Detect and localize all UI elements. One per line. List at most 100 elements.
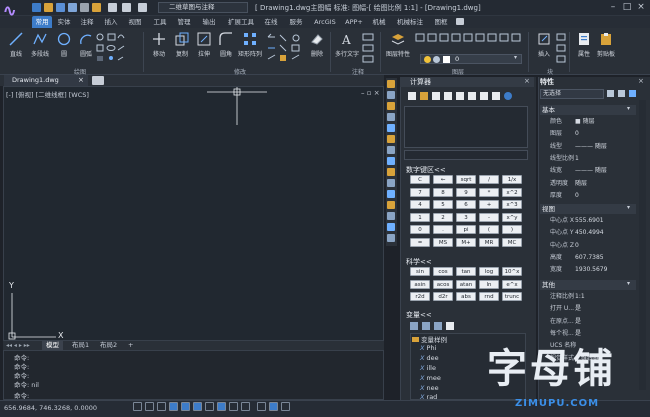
properties-button[interactable]: 属性 [572,30,596,58]
tab-tools[interactable]: 工具 [151,16,169,28]
calc-key[interactable]: trunc [502,292,522,301]
line-button[interactable]: 直线 [4,30,28,58]
calc-key[interactable]: . [433,225,453,234]
toolbar-tool-icon[interactable] [387,201,395,209]
properties-scrollbar[interactable] [639,100,646,390]
tab-mech-annotation[interactable]: 机械标注 [395,16,425,28]
polar-icon[interactable] [169,402,178,411]
add-layout-icon[interactable]: + [124,341,137,350]
draw-small-tools[interactable] [96,33,126,63]
plot-icon[interactable] [92,3,101,12]
tab-frame[interactable]: 图框 [432,16,450,28]
copy-button[interactable]: 复制 [170,30,194,58]
tab-insert[interactable]: 插入 [102,16,120,28]
calc-key[interactable]: 1/x [502,175,522,184]
variable-item[interactable]: X mee [420,374,441,382]
toolbar-tool-icon[interactable] [387,168,395,176]
tab-arcgis[interactable]: ArcGIS [312,16,338,28]
calc-key[interactable]: asin [410,279,430,289]
tab-layout1[interactable]: 布局1 [68,341,93,350]
workspace-switch-icon[interactable] [281,402,290,411]
calc-key[interactable]: / [479,175,499,184]
calc-key[interactable]: sqrt [456,175,476,184]
calc-key[interactable]: * [479,187,499,197]
angle-icon[interactable] [468,92,476,100]
property-row[interactable]: 线宽 ——— 随层 [540,165,636,176]
lineweight-icon[interactable] [229,402,238,411]
new-file-icon[interactable] [32,3,41,12]
new-tab-icon[interactable] [92,76,104,85]
layer-props-button[interactable]: 图层特性 [384,30,412,58]
ribbon-toggle-icon[interactable] [456,18,464,25]
quick-select-icon[interactable] [629,90,636,97]
tab-layout2[interactable]: 布局2 [96,341,121,350]
tab-solid[interactable]: 实体 [55,16,73,28]
section-view[interactable]: 视图 [540,204,636,214]
property-row[interactable]: 在原点... 是 [540,316,636,327]
toolbar-tool-icon[interactable] [387,91,395,99]
calc-key[interactable]: - [479,212,499,222]
new-variable-icon[interactable] [410,322,418,330]
toolbar-tool-icon[interactable] [387,223,395,231]
variables-group[interactable]: 变量样例 [412,334,447,344]
tab-model[interactable]: 模型 [42,341,63,350]
calc-key[interactable]: pi [456,225,476,234]
calc-key[interactable]: tan [456,267,476,276]
property-row[interactable]: 图层 0 [540,128,636,139]
transparency-icon[interactable] [241,402,250,411]
calc-key[interactable]: atan [456,279,476,289]
calc-key[interactable]: 6 [456,200,476,209]
section-basic[interactable]: 基本 [540,105,636,115]
close-x-icon[interactable] [492,92,500,100]
numpad-section-title[interactable]: 数字键区<< [406,165,446,175]
layer-tool-icons[interactable] [414,32,526,52]
property-row[interactable]: 中心点 X 555.6901 [540,215,636,226]
scientific-section-title[interactable]: 科学<< [406,257,432,267]
calc-key[interactable]: 9 [456,187,476,197]
calculate-variable-icon[interactable] [446,322,454,330]
toolbar-tool-icon[interactable] [387,179,395,187]
calc-key[interactable]: MS [433,237,453,247]
block-small-tools[interactable] [556,33,568,63]
calc-key[interactable]: 0 [410,225,430,234]
help-icon[interactable] [504,92,512,100]
calc-key[interactable]: ( [479,225,499,234]
close-icon[interactable]: × [634,1,648,13]
minimize-icon[interactable]: – [606,1,620,13]
layout-nav-arrows[interactable]: ◂◂ ◂ ▸ ▸▸ [6,342,38,349]
tab-annotate[interactable]: 注释 [78,16,96,28]
tab-manage[interactable]: 管理 [175,16,193,28]
osnap-icon[interactable] [181,402,190,411]
workspace-select[interactable]: 二维草图与注释 [158,2,248,13]
tab-ext-tools[interactable]: 扩展工具 [226,16,256,28]
ortho-icon[interactable] [157,402,166,411]
distance-icon[interactable] [456,92,464,100]
otrack-icon[interactable] [193,402,202,411]
selection-cycling-icon[interactable] [257,402,266,411]
calc-key[interactable]: M+ [456,237,476,247]
property-row[interactable]: 注释比例 1:1 [540,291,636,302]
maximize-icon[interactable]: □ [620,1,634,13]
calc-key[interactable]: sin [410,267,430,276]
toolbar-tool-icon[interactable] [387,124,395,132]
calc-key[interactable]: d2r [433,292,453,301]
circle-button[interactable]: 圆 [52,30,76,58]
calculator-input[interactable] [404,150,528,160]
calc-key[interactable]: rnd [479,292,499,301]
paste-value-icon[interactable] [432,92,440,100]
calc-key[interactable]: 5 [433,200,453,209]
calc-key[interactable]: abs [456,292,476,301]
polyline-button[interactable]: 多段线 [28,30,52,58]
insert-block-button[interactable]: 插入 [532,30,556,58]
intersection-icon[interactable] [480,92,488,100]
calc-key[interactable]: r2d [410,292,430,301]
command-input[interactable]: 命令: [14,390,29,400]
property-row[interactable]: 中心点 Y 450.4994 [540,227,636,238]
toolbar-tool-icon[interactable] [387,212,395,220]
calc-key[interactable]: log [479,267,499,276]
viewport-window-controls[interactable]: – ▫ × [361,89,380,97]
calc-key[interactable]: acos [433,279,453,289]
fillet-button[interactable]: 圆角 [214,30,238,58]
property-row[interactable]: 颜色 ■ 随层 [540,116,636,127]
move-button[interactable]: 移动 [147,30,171,58]
